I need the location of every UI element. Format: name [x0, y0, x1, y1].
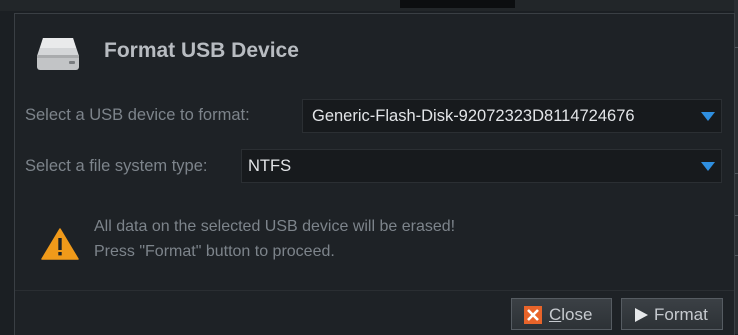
dropdown-arrow-icon	[701, 162, 715, 171]
close-x-icon	[524, 306, 542, 324]
format-button-label: Format	[654, 305, 708, 324]
usb-device-select[interactable]: Generic-Flash-Disk-92072323D8114724676	[302, 99, 722, 133]
warning-message-line2: Press "Format" button to proceed.	[94, 243, 335, 260]
filesystem-value: NTFS	[248, 157, 292, 175]
background-window-top	[0, 0, 738, 11]
dialog-header: Format USB Device	[15, 14, 734, 92]
filesystem-select[interactable]: NTFS	[241, 149, 722, 183]
filesystem-select-label: Select a file system type:	[25, 157, 208, 175]
play-icon	[635, 308, 648, 322]
warning-message-line1: All data on the selected USB device will…	[94, 218, 456, 235]
drive-icon	[37, 38, 79, 70]
close-button-label: Close	[549, 305, 593, 324]
warning-icon	[41, 228, 79, 260]
close-button[interactable]: Close	[511, 298, 612, 330]
usb-device-value: Generic-Flash-Disk-92072323D8114724676	[312, 107, 635, 125]
background-panel	[400, 0, 515, 8]
format-usb-dialog: Format USB Device Select a USB device to…	[14, 13, 735, 335]
dialog-title: Format USB Device	[104, 39, 299, 62]
format-button[interactable]: Format	[621, 298, 723, 330]
dropdown-arrow-icon	[701, 112, 715, 121]
device-select-label: Select a USB device to format:	[25, 106, 250, 124]
button-bar-divider	[15, 290, 734, 291]
